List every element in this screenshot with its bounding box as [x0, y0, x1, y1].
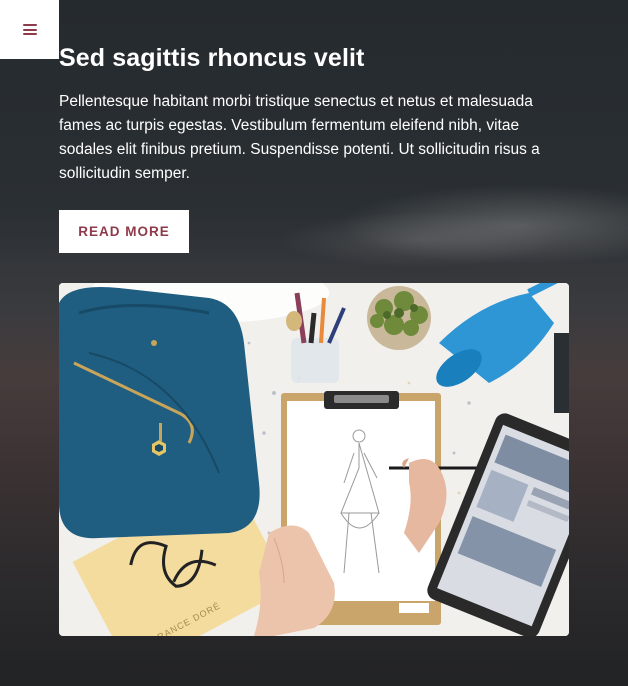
- hamburger-menu-icon: [22, 24, 37, 35]
- read-more-button[interactable]: READ MORE: [59, 210, 189, 253]
- hero-content: Sed sagittis rhoncus velit Pellentesque …: [59, 40, 569, 186]
- menu-toggle-button[interactable]: [0, 0, 59, 59]
- featured-image: GARANCE DORÉ: [59, 283, 569, 636]
- hero-title: Sed sagittis rhoncus velit: [59, 44, 365, 72]
- hero-description: Pellentesque habitant morbi tristique se…: [59, 93, 540, 182]
